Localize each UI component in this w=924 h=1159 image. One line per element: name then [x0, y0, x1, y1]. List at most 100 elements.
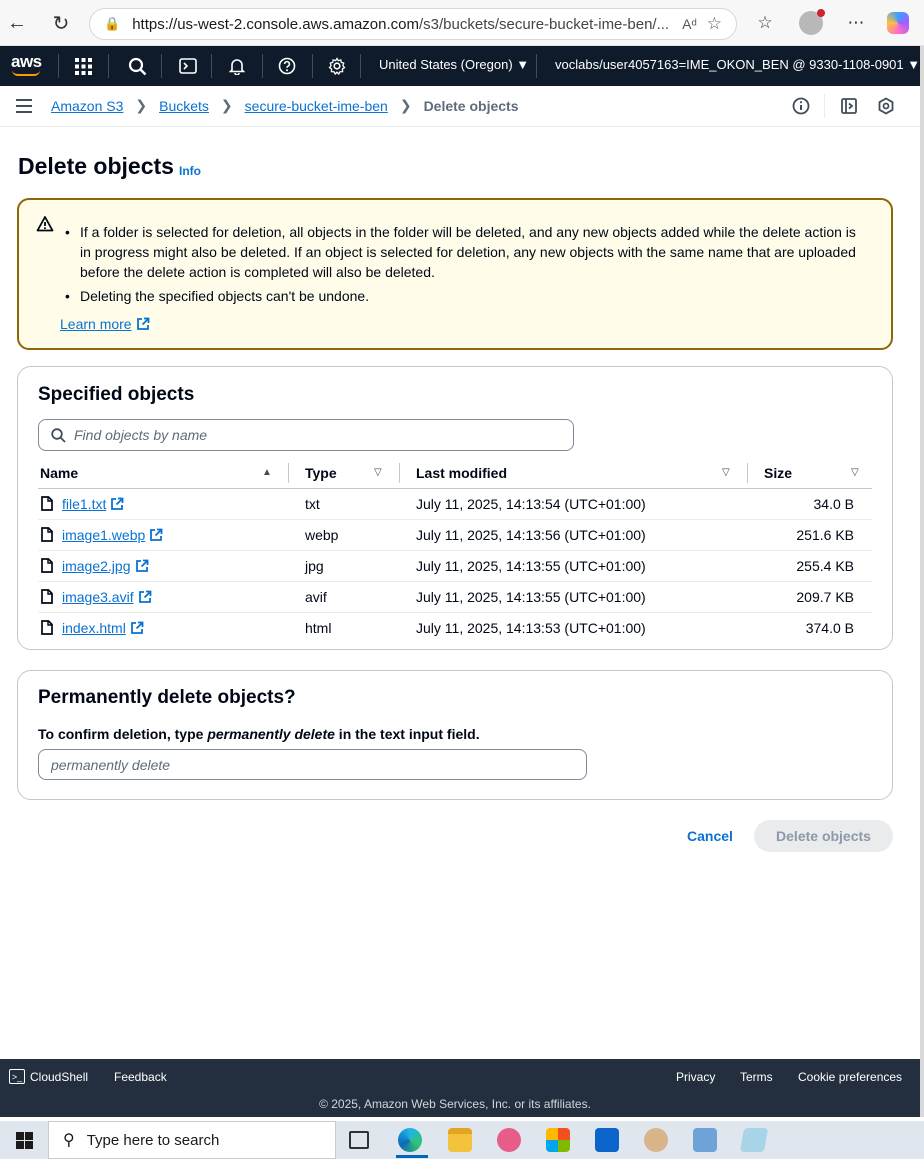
objects-table: Name ▲ Type ▽ Last modified ▽ Size ▽ fil…	[38, 459, 872, 644]
settings-hexagon-icon[interactable]	[876, 96, 896, 116]
external-link-icon	[135, 559, 148, 572]
sort-ascending-icon[interactable]: ▲	[262, 467, 272, 478]
learn-more-link[interactable]: Learn more	[60, 316, 150, 332]
aws-logo[interactable]: aws	[9, 50, 43, 80]
edge-browser-icon[interactable]	[398, 1128, 422, 1152]
file-icon	[41, 496, 53, 511]
breadcrumb-bar: Amazon S3 ❯ Buckets ❯ secure-bucket-ime-…	[0, 86, 920, 127]
side-panel-icon[interactable]	[839, 96, 859, 116]
info-link[interactable]: Info	[179, 164, 201, 178]
back-arrow-icon[interactable]: ←	[3, 9, 31, 37]
chevron-right-icon: ❯	[135, 97, 148, 113]
breadcrumb-buckets[interactable]: Buckets	[159, 98, 209, 114]
copilot-icon[interactable]	[883, 8, 913, 38]
taskbar-search[interactable]: ⚲ Type here to search	[48, 1121, 336, 1159]
search-icon[interactable]	[125, 54, 149, 78]
object-last-modified: July 11, 2025, 14:13:55 (UTC+01:00)	[416, 558, 646, 574]
file-explorer-icon[interactable]	[448, 1128, 472, 1152]
panel-title: Specified objects	[38, 384, 195, 405]
region-selector[interactable]: United States (Oregon) ▼	[379, 57, 529, 72]
windows-start-icon[interactable]	[16, 1132, 33, 1149]
address-bar[interactable]: 🔒 https://us-west-2.console.aws.amazon.c…	[89, 8, 737, 40]
url-text: https://us-west-2.console.aws.amazon.com…	[132, 15, 670, 33]
delete-objects-button[interactable]: Delete objects	[754, 820, 893, 852]
confirm-instructions: To confirm deletion, type permanently de…	[38, 726, 480, 742]
confirm-delete-panel: Permanently delete objects? To confirm d…	[17, 670, 893, 800]
table-row: index.html html July 11, 2025, 14:13:53 …	[38, 613, 872, 644]
browser-toolbar: ← ↻ 🔒 https://us-west-2.console.aws.amaz…	[0, 0, 924, 46]
warning-alert: If a folder is selected for deletion, al…	[17, 198, 893, 350]
column-name[interactable]: Name	[40, 465, 78, 481]
object-search[interactable]	[38, 419, 574, 451]
services-grid-icon[interactable]	[71, 54, 95, 78]
object-type: html	[305, 620, 332, 636]
task-view-icon[interactable]	[349, 1131, 369, 1149]
object-link[interactable]: image3.avif	[62, 589, 152, 605]
object-last-modified: July 11, 2025, 14:13:56 (UTC+01:00)	[416, 527, 646, 543]
sort-icon[interactable]: ▽	[374, 467, 382, 478]
file-icon	[41, 620, 53, 635]
microsoft-store-icon[interactable]	[546, 1128, 570, 1152]
paint-palette-icon[interactable]	[644, 1128, 668, 1152]
search-input[interactable]	[74, 427, 573, 443]
breadcrumb: Amazon S3 ❯ Buckets ❯ secure-bucket-ime-…	[51, 97, 519, 114]
more-menu-icon[interactable]: ⋯	[841, 8, 871, 38]
network-app-icon[interactable]	[693, 1128, 717, 1152]
column-last-modified[interactable]: Last modified	[416, 465, 507, 481]
read-aloud-icon[interactable]: Aᵈ	[682, 16, 697, 32]
object-link[interactable]: index.html	[62, 620, 144, 636]
table-header: Name ▲ Type ▽ Last modified ▽ Size ▽	[38, 459, 872, 489]
sort-icon[interactable]: ▽	[722, 467, 730, 478]
column-size[interactable]: Size	[764, 465, 792, 481]
search-icon: ⚲	[63, 1132, 75, 1149]
object-type: webp	[305, 527, 339, 543]
menu-hamburger-icon[interactable]	[16, 99, 32, 113]
cancel-button[interactable]: Cancel	[680, 820, 740, 852]
paint-app-icon[interactable]	[497, 1128, 521, 1152]
page-title: Delete objects	[18, 153, 174, 179]
object-link[interactable]: image2.jpg	[62, 558, 149, 574]
settings-gear-icon[interactable]	[325, 54, 349, 78]
object-type: jpg	[305, 558, 324, 574]
chevron-right-icon: ❯	[220, 97, 233, 113]
sort-icon[interactable]: ▽	[851, 467, 859, 478]
file-icon	[41, 527, 53, 542]
object-size: 251.6 KB	[796, 527, 854, 543]
object-size: 255.4 KB	[796, 558, 854, 574]
privacy-link[interactable]: Privacy	[676, 1070, 715, 1084]
table-row: file1.txt txt July 11, 2025, 14:13:54 (U…	[38, 489, 872, 520]
profile-avatar[interactable]	[796, 8, 826, 38]
reload-icon[interactable]: ↻	[47, 9, 75, 37]
windows-taskbar: ⚲ Type here to search	[0, 1121, 924, 1159]
external-link-icon	[150, 528, 163, 541]
copyright: © 2025, Amazon Web Services, Inc. or its…	[319, 1097, 591, 1111]
cloudshell-icon[interactable]	[176, 54, 200, 78]
notes-app-icon[interactable]	[739, 1128, 769, 1152]
column-type[interactable]: Type	[305, 465, 337, 481]
object-link[interactable]: file1.txt	[62, 496, 124, 512]
active-app-indicator	[396, 1155, 428, 1158]
object-type: txt	[305, 496, 320, 512]
feedback-link[interactable]: Feedback	[114, 1070, 167, 1084]
cookie-preferences-link[interactable]: Cookie preferences	[798, 1070, 902, 1084]
confirm-delete-input[interactable]	[38, 749, 587, 780]
object-link[interactable]: image1.webp	[62, 527, 163, 543]
favorite-star-icon[interactable]: ☆	[707, 14, 722, 34]
object-last-modified: July 11, 2025, 14:13:53 (UTC+01:00)	[416, 620, 646, 636]
favorites-icon[interactable]: ☆	[750, 8, 780, 38]
external-link-icon	[130, 621, 144, 634]
breadcrumb-bucket[interactable]: secure-bucket-ime-ben	[245, 98, 388, 114]
console-footer: >_ CloudShell Feedback Privacy Terms Coo…	[0, 1059, 920, 1117]
cloudshell-link[interactable]: CloudShell	[30, 1070, 88, 1084]
cloudshell-icon: >_	[9, 1069, 25, 1084]
account-menu[interactable]: voclabs/user4057163=IME_OKON_BEN @ 9330-…	[555, 57, 920, 72]
specified-objects-panel: Specified objects Name ▲ Type ▽ Last mod…	[17, 366, 893, 650]
aws-top-nav: aws United States (Oregon) ▼ voclabs/use…	[0, 46, 920, 86]
info-circle-icon[interactable]	[791, 96, 811, 116]
help-icon[interactable]	[275, 54, 299, 78]
terms-link[interactable]: Terms	[740, 1070, 773, 1084]
breadcrumb-amazon-s3[interactable]: Amazon S3	[51, 98, 123, 114]
external-link-icon	[111, 497, 124, 510]
notifications-bell-icon[interactable]	[225, 54, 249, 78]
outlook-icon[interactable]	[595, 1128, 619, 1152]
